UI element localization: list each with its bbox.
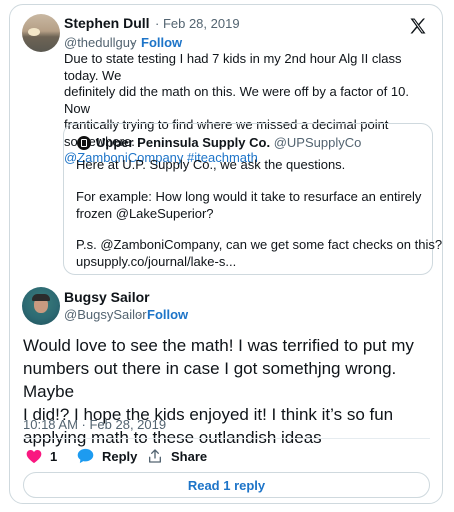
author-handle[interactable]: @thedullguy [64, 35, 136, 50]
divider [23, 438, 430, 439]
tweet-date[interactable]: · Feb 28, 2019 [155, 16, 240, 31]
tweet-line: definitely did the math on this. We were… [64, 84, 409, 116]
quoted-line: Here at U.P. Supply Co., we ask the ques… [76, 157, 346, 172]
quoted-tweet[interactable]: Upper Peninsula Supply Co. @UPSupplyCo H… [63, 123, 442, 275]
reply-button[interactable]: Reply [77, 446, 137, 466]
tweet-line: Due to state testing I had 7 kids in my … [64, 51, 402, 83]
quoted-author-line: Upper Peninsula Supply Co. @UPSupplyCo [96, 135, 361, 150]
quoted-handle: @UPSupplyCo [273, 135, 362, 150]
share-button[interactable]: Share [147, 446, 207, 466]
speech-bubble-icon [77, 448, 94, 464]
heart-icon [26, 449, 42, 463]
reply-timestamp[interactable]: 10:18 AM · Feb 28, 2019 [23, 417, 166, 432]
stephen-dull-avatar[interactable] [22, 14, 60, 52]
bugsy-sailor-avatar[interactable] [22, 287, 60, 325]
x-logo-icon[interactable] [408, 16, 428, 36]
like-count: 1 [50, 448, 58, 464]
quoted-line: P.s. @ZamboniCompany, can we get some fa… [76, 237, 443, 252]
quoted-author-name: Upper Peninsula Supply Co. [96, 135, 271, 150]
share-icon [149, 449, 161, 463]
read-replies-label: Read 1 reply [187, 477, 266, 493]
reply-line: numbers out there in case I got somethjn… [23, 359, 397, 401]
handle-separator: · [131, 35, 136, 50]
reply-label: Reply [102, 448, 138, 464]
quoted-line: frozen @LakeSuperior? [76, 206, 214, 221]
author-name[interactable]: Stephen Dull [64, 15, 150, 31]
up-supply-logo-icon [77, 136, 91, 150]
reply-follow-button[interactable]: Follow [147, 307, 188, 322]
reply-author-handle[interactable]: @BugsySailor [64, 307, 147, 322]
reply-handle-separator: · [137, 307, 142, 322]
quoted-line: For example: How long would it take to r… [76, 189, 422, 204]
quoted-link[interactable]: upsupply.co/journal/lake-s... [76, 254, 236, 269]
follow-button[interactable]: Follow [141, 35, 182, 50]
share-label: Share [171, 448, 208, 464]
like-button[interactable]: 1 [26, 446, 57, 466]
reply-line: Would love to see the math! I was terrif… [23, 336, 414, 355]
reply-author-name[interactable]: Bugsy Sailor [64, 289, 150, 305]
read-replies-button[interactable]: Read 1 reply [23, 472, 430, 498]
